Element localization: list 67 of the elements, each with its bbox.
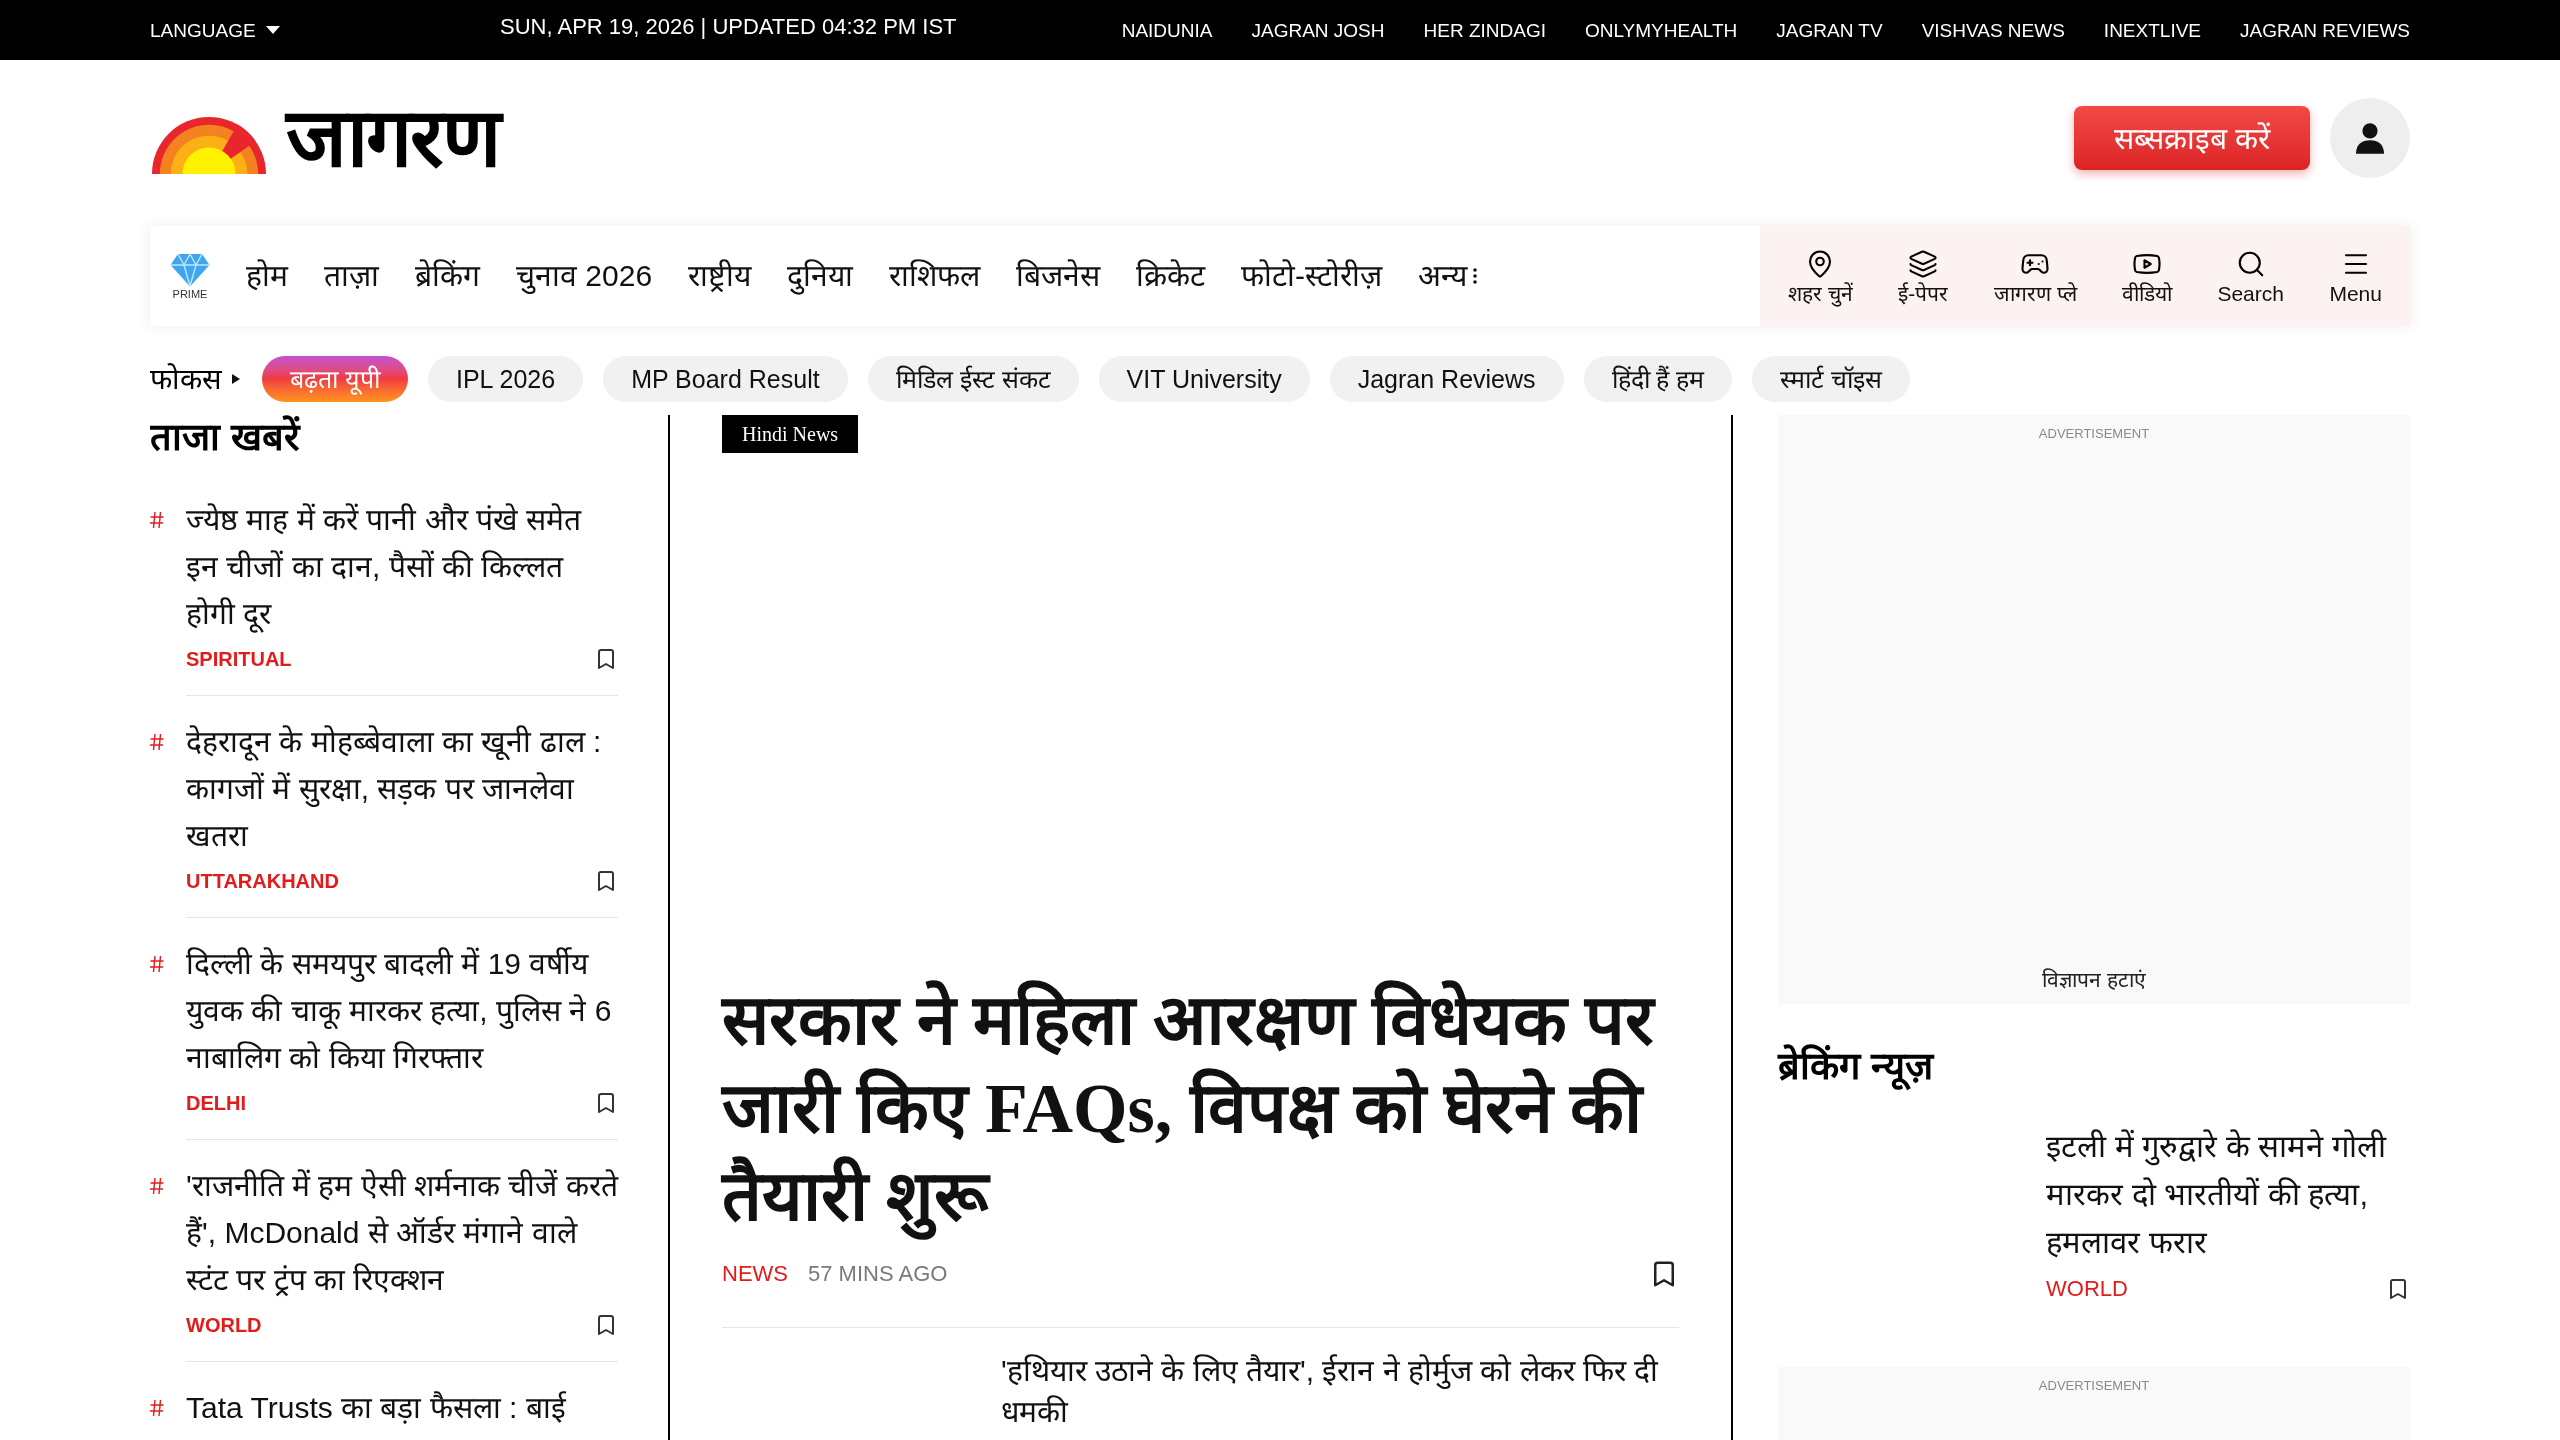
tool-button[interactable]: ई-पेपर (1898, 248, 1949, 304)
partner-site-link[interactable]: JAGRAN JOSH (1251, 20, 1385, 40)
partner-site-link[interactable]: INEXTLIVE (2103, 20, 2201, 40)
tool-button[interactable]: Search (2217, 248, 2284, 304)
article-headline[interactable]: Tata Trusts का बड़ा फैसला : बाई (186, 1384, 618, 1431)
nav-link[interactable]: क्रिकेट (1136, 261, 1206, 291)
article-headline[interactable]: ज्येष्ठ माह में करें पानी और पंखे समेत इन चीजों का दान, पैसों की किल्लत होगी दूर (186, 496, 618, 637)
nav-link[interactable]: ताज़ा (324, 261, 379, 291)
layers-icon (1908, 248, 1939, 279)
category-badge: Hindi News (722, 415, 859, 453)
hash-icon (150, 956, 164, 972)
hash-icon (150, 1178, 164, 1194)
category-label[interactable]: WORLD (186, 1315, 262, 1335)
topic-tag[interactable]: मिडिल ईस्ट संकट (867, 356, 1079, 402)
article-headline[interactable]: देहरादून के मोहब्बेवाला का खूनी ढाल : कागजों में सुरक्षा, सड़क पर जानलेवा खतरा (186, 718, 618, 859)
topic-tag[interactable]: IPL 2026 (427, 356, 584, 402)
article-headline[interactable]: 'हथियार उठाने के लिए तैयार', ईरान ने होर्मुज को लेकर फिर दी धमकी (1001, 1350, 1679, 1432)
hash-icon (150, 512, 164, 528)
hash-icon (150, 734, 164, 750)
lead-headline[interactable]: सरकार ने महिला आरक्षण विधेयक पर जारी किए FAQs, विपक्ष को घेरने की तैयारी शुरू (722, 977, 1679, 1241)
caret-right-icon (232, 374, 240, 384)
topic-tag[interactable]: Jagran Reviews (1329, 356, 1564, 402)
caret-down-icon (265, 26, 280, 34)
subscribe-button[interactable]: सब्सक्राइब करें (2073, 106, 2310, 170)
tool-button[interactable]: Menu (2329, 248, 2382, 304)
category-label[interactable]: UTTARAKHAND (186, 871, 339, 891)
topic-tag[interactable]: MP Board Result (603, 356, 848, 402)
article-headline[interactable]: इटली में गुरुद्वारे के सामने गोली मारकर दो भारतीयों की हत्या, हमलावर फरार (2046, 1123, 2410, 1267)
date-text: SUN, APR 19, 2026 | UPDATED 04:32 PM IST (500, 16, 957, 38)
partner-site-link[interactable]: JAGRAN TV (1776, 20, 1883, 40)
tool-button[interactable]: जागरण प्ले (1993, 248, 2077, 304)
nav-link[interactable]: होम (246, 261, 288, 291)
article-headline[interactable]: 'राजनीति में हम ऐसी शर्मनाक चीजें करते हैं', McDonald से ऑर्डर मंगाने वाले स्टंट पर ट्रंप का रिएक्शन (186, 1162, 618, 1303)
category-label[interactable]: NEWS (722, 1263, 788, 1285)
nav-link[interactable]: फोटो-स्टोरीज़ (1241, 261, 1383, 291)
time-ago-text: 57 MINS AGO (808, 1263, 948, 1285)
remove-ads-link[interactable]: विज्ञापन हटाएं (2042, 969, 2146, 990)
ad-label: ADVERTISEMENT (2038, 1379, 2150, 1392)
gem-icon (170, 252, 210, 287)
ad-label: ADVERTISEMENT (2038, 427, 2150, 440)
user-icon (2356, 122, 2384, 154)
partner-site-link[interactable]: NAIDUNIA (1121, 20, 1213, 40)
nav-link[interactable]: राष्ट्रीय (688, 261, 752, 291)
prime-link[interactable]: PRIME (170, 252, 210, 300)
category-label[interactable]: SPIRITUAL (186, 649, 292, 669)
partner-site-link[interactable]: HER ZINDAGI (1423, 20, 1546, 40)
language-selector[interactable]: LANGUAGE (150, 20, 280, 40)
hash-icon (150, 1400, 164, 1416)
partner-site-link[interactable]: ONLYMYHEALTH (1584, 20, 1738, 40)
topic-tag[interactable]: हिंदी हैं हम (1583, 356, 1733, 402)
nav-link[interactable]: ब्रेकिंग (415, 261, 480, 291)
section-heading: ताजा खबरें (150, 415, 302, 460)
partner-site-link[interactable]: VISHVAS NEWS (1921, 20, 2065, 40)
more-menu-link[interactable]: अन्य (1418, 261, 1478, 291)
focus-label: फोकस (150, 364, 222, 394)
article-headline[interactable]: दिल्ली के समयपुर बादली में 19 वर्षीय युवक की चाकू मारकर हत्या, पुलिस ने 6 नाबालिग को किया गिरफ्तार (186, 940, 618, 1081)
category-label[interactable]: WORLD (2046, 1278, 2128, 1300)
tool-button[interactable]: वीडियो (2122, 248, 2172, 304)
topic-tag[interactable]: स्मार्ट चॉइस (1752, 356, 1911, 402)
vertical-dots-icon (1473, 268, 1478, 284)
topic-tag[interactable]: VIT University (1098, 356, 1310, 402)
topic-tag[interactable]: बढ़ता यूपी (262, 356, 408, 402)
category-label[interactable]: DELHI (186, 1093, 246, 1113)
nav-link[interactable]: राशिफल (889, 261, 981, 291)
nav-link[interactable]: बिजनेस (1016, 261, 1101, 291)
section-heading: ब्रेकिंग न्यूज़ (1778, 1044, 2410, 1089)
partner-site-link[interactable]: JAGRAN REVIEWS (2240, 20, 2410, 40)
